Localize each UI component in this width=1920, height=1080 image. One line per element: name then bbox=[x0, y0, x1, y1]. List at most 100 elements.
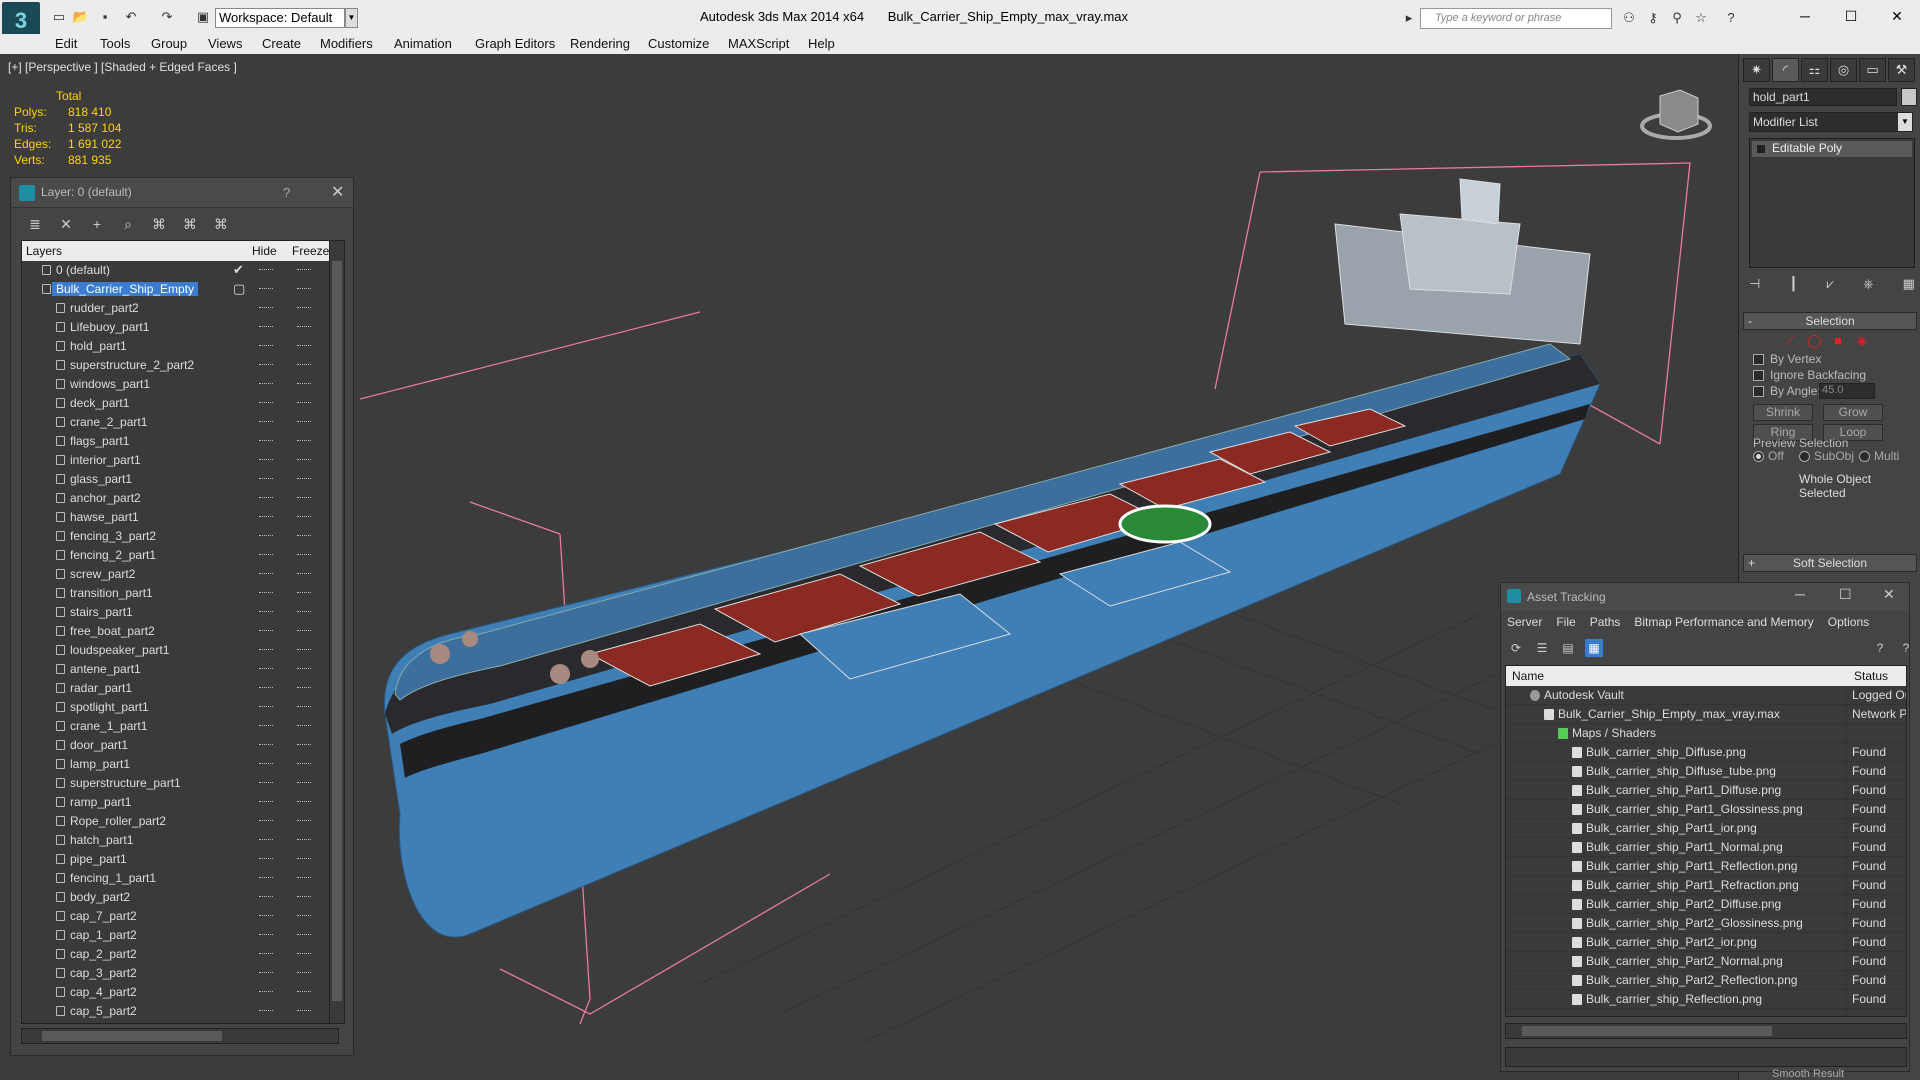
freeze-toggle[interactable] bbox=[297, 763, 311, 765]
hide-toggle[interactable] bbox=[259, 326, 273, 328]
freeze-toggle[interactable] bbox=[297, 573, 311, 575]
layer-object-row[interactable]: windows_part1 bbox=[22, 375, 338, 394]
preview-subobj-radio[interactable]: SubObj bbox=[1799, 449, 1854, 463]
modify-tab-icon[interactable]: ◜ bbox=[1772, 58, 1799, 82]
help-icon[interactable]: ? bbox=[1871, 639, 1889, 657]
freeze-toggle[interactable] bbox=[297, 858, 311, 860]
freeze-toggle[interactable] bbox=[297, 991, 311, 993]
layer-object-row[interactable]: free_boat_part2 bbox=[22, 622, 338, 641]
element-icon[interactable]: ◈ bbox=[1855, 334, 1869, 348]
hide-toggle[interactable] bbox=[259, 782, 273, 784]
freeze-toggle[interactable] bbox=[297, 896, 311, 898]
freeze-all-icon[interactable]: ⌘ bbox=[211, 214, 231, 234]
layer-object-row[interactable]: antene_part1 bbox=[22, 660, 338, 679]
hide-toggle[interactable] bbox=[259, 497, 273, 499]
layer-object-row[interactable]: loudspeaker_part1 bbox=[22, 641, 338, 660]
help-context-icon[interactable]: ? bbox=[1897, 639, 1915, 657]
hide-toggle[interactable] bbox=[259, 269, 273, 271]
layer-object-row[interactable]: rudder_part2 bbox=[22, 299, 338, 318]
scroll-thumb[interactable] bbox=[42, 1031, 222, 1041]
hide-toggle[interactable] bbox=[259, 972, 273, 974]
edge-icon[interactable]: ⟋ bbox=[1783, 334, 1797, 348]
layer-object-row[interactable]: transition_part1 bbox=[22, 584, 338, 603]
modifier-stack[interactable]: Editable Poly bbox=[1749, 138, 1915, 268]
hide-toggle[interactable] bbox=[259, 611, 273, 613]
freeze-toggle[interactable] bbox=[297, 630, 311, 632]
asset-row[interactable]: Bulk_carrier_ship_Part2_Normal.png Found bbox=[1506, 952, 1906, 971]
menu-animation[interactable]: Animation bbox=[394, 36, 452, 51]
hide-toggle[interactable] bbox=[259, 1010, 273, 1012]
asset-row[interactable]: Bulk_carrier_ship_Part2_Reflection.png Fo… bbox=[1506, 971, 1906, 990]
freeze-toggle[interactable] bbox=[297, 801, 311, 803]
close-icon[interactable]: ✕ bbox=[331, 182, 344, 202]
hide-toggle[interactable] bbox=[259, 934, 273, 936]
minimize-icon[interactable]: ─ bbox=[1795, 586, 1805, 602]
at-menu-server[interactable]: Server bbox=[1507, 615, 1542, 633]
freeze-toggle[interactable] bbox=[297, 820, 311, 822]
help-icon[interactable]: ? bbox=[283, 185, 290, 200]
asset-row[interactable]: Bulk_carrier_ship_Part1_Glossiness.png Fo… bbox=[1506, 800, 1906, 819]
viewport-label[interactable]: [+] [Perspective ] [Shaded + Edged Faces… bbox=[8, 60, 237, 74]
asset-row[interactable]: Bulk_Carrier_Ship_Empty_max_vray.max Netw… bbox=[1506, 705, 1906, 724]
delete-layer-icon[interactable]: ✕ bbox=[56, 214, 76, 234]
select-objects-icon[interactable]: ⌕ bbox=[118, 214, 138, 234]
layer-object-row[interactable]: Lifebuoy_part1 bbox=[22, 318, 338, 337]
freeze-toggle[interactable] bbox=[297, 478, 311, 480]
thumbnail-view-icon[interactable]: ▤ bbox=[1559, 639, 1577, 657]
freeze-toggle[interactable] bbox=[297, 877, 311, 879]
open-file-icon[interactable]: 📂 bbox=[72, 9, 90, 25]
freeze-toggle[interactable] bbox=[297, 687, 311, 689]
layer-object-row[interactable]: cap_3_part2 bbox=[22, 964, 338, 983]
menu-create[interactable]: Create bbox=[262, 36, 301, 51]
freeze-toggle[interactable] bbox=[297, 668, 311, 670]
layer-object-row[interactable]: crane_1_part1 bbox=[22, 717, 338, 736]
selection-rollout-header[interactable]: - Selection bbox=[1743, 312, 1917, 330]
make-unique-icon[interactable]: ⩗ bbox=[1827, 276, 1834, 296]
grow-button[interactable]: Grow bbox=[1823, 404, 1883, 421]
polygon-icon[interactable]: ■ bbox=[1831, 334, 1845, 348]
freeze-toggle[interactable] bbox=[297, 1010, 311, 1012]
freeze-toggle[interactable] bbox=[297, 706, 311, 708]
hierarchy-tab-icon[interactable]: ⚏ bbox=[1801, 58, 1828, 82]
layer-object-row[interactable]: fencing_1_part1 bbox=[22, 869, 338, 888]
ignore-backfacing-checkbox[interactable]: Ignore Backfacing bbox=[1753, 368, 1866, 382]
freeze-toggle[interactable] bbox=[297, 535, 311, 537]
workspace-select[interactable]: Workspace: Default bbox=[215, 8, 345, 28]
favorites-star-icon[interactable]: ☆ bbox=[1692, 9, 1710, 27]
layer-object-row[interactable]: deck_part1 bbox=[22, 394, 338, 413]
hide-toggle[interactable] bbox=[259, 839, 273, 841]
layer-row-bulk-carrier[interactable]: Bulk_Carrier_Ship_Empty ▢ bbox=[22, 280, 338, 299]
layer-object-row[interactable]: lamp_part1 bbox=[22, 755, 338, 774]
hide-toggle[interactable] bbox=[259, 345, 273, 347]
freeze-toggle[interactable] bbox=[297, 307, 311, 309]
at-menu-options[interactable]: Options bbox=[1828, 615, 1869, 633]
col-hide[interactable]: Hide bbox=[252, 244, 277, 258]
viewcube-icon[interactable] bbox=[1640, 89, 1712, 140]
remove-modifier-icon[interactable]: ⎈ bbox=[1863, 276, 1873, 296]
col-freeze[interactable]: Freeze bbox=[292, 244, 329, 258]
preview-off-radio[interactable]: Off bbox=[1753, 449, 1784, 463]
create-tab-icon[interactable]: ✷ bbox=[1743, 58, 1770, 82]
refresh-icon[interactable]: ⟳ bbox=[1507, 639, 1525, 657]
asset-row[interactable]: Bulk_carrier_ship_Diffuse_tube.png Found bbox=[1506, 762, 1906, 781]
freeze-toggle[interactable] bbox=[297, 516, 311, 518]
motion-tab-icon[interactable]: ◎ bbox=[1830, 58, 1857, 82]
hide-toggle[interactable] bbox=[259, 706, 273, 708]
layer-object-row[interactable]: superstructure_part1 bbox=[22, 774, 338, 793]
utilities-tab-icon[interactable]: ⚒ bbox=[1888, 58, 1915, 82]
soft-selection-rollout-header[interactable]: + Soft Selection bbox=[1743, 554, 1917, 572]
close-icon[interactable]: ✕ bbox=[1882, 4, 1912, 28]
layer-object-row[interactable]: flags_part1 bbox=[22, 432, 338, 451]
minimize-icon[interactable]: ─ bbox=[1790, 4, 1820, 28]
hide-toggle[interactable] bbox=[259, 668, 273, 670]
hide-toggle[interactable] bbox=[259, 592, 273, 594]
asset-list[interactable]: Name Status Autodesk Vault Logged Ou Bulk_… bbox=[1505, 665, 1907, 1017]
hide-toggle[interactable] bbox=[259, 573, 273, 575]
layer-object-row[interactable]: hold_part1 bbox=[22, 337, 338, 356]
hide-toggle[interactable] bbox=[259, 953, 273, 955]
menu-edit[interactable]: Edit bbox=[55, 36, 77, 51]
scroll-thumb[interactable] bbox=[332, 261, 342, 1001]
close-icon[interactable]: ✕ bbox=[1883, 586, 1895, 603]
workspace-dropdown-icon[interactable]: ▼ bbox=[345, 8, 358, 28]
freeze-toggle[interactable] bbox=[297, 953, 311, 955]
